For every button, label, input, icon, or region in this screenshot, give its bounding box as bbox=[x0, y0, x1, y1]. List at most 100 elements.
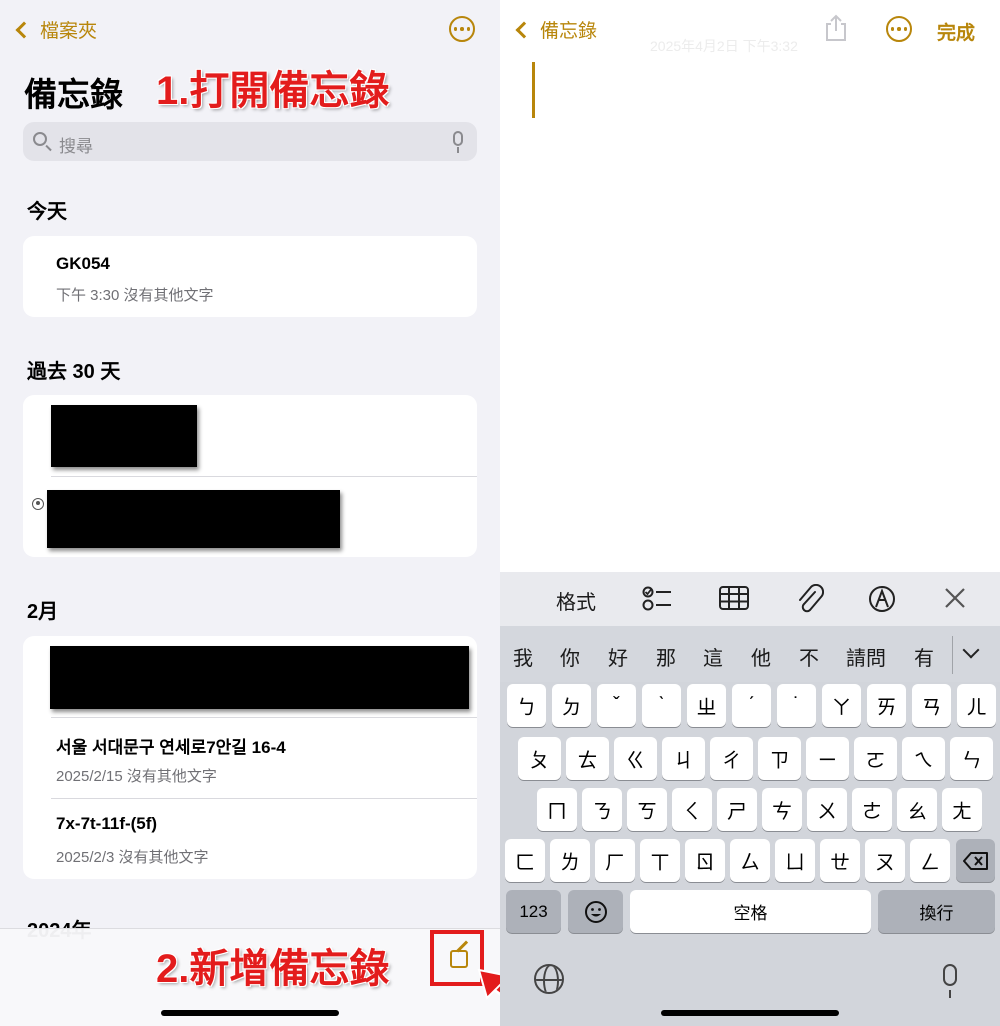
key[interactable]: ㄙ bbox=[730, 839, 770, 882]
key[interactable]: ㄌ bbox=[550, 839, 590, 882]
return-key[interactable]: 換行 bbox=[878, 890, 995, 933]
note-item[interactable]: 서울 서대문구 연세로7안길 16-4 2025/2/15 沒有其他文字 bbox=[23, 718, 477, 798]
key[interactable]: ㄡ bbox=[865, 839, 905, 882]
candidate-word[interactable]: 我 bbox=[513, 642, 533, 671]
done-button[interactable]: 完成 bbox=[937, 18, 975, 45]
key[interactable]: ㄟ bbox=[902, 737, 945, 780]
key[interactable]: ㄎ bbox=[627, 788, 667, 831]
card-february: 서울 서대문구 연세로7안길 16-4 2025/2/15 沒有其他文字 7x-… bbox=[23, 636, 477, 879]
home-indicator[interactable] bbox=[161, 1010, 339, 1016]
row-divider bbox=[51, 476, 477, 477]
checklist-icon[interactable] bbox=[642, 585, 672, 613]
card-past-30-days bbox=[23, 395, 477, 557]
search-icon bbox=[33, 132, 47, 146]
key[interactable]: ㄆ bbox=[518, 737, 561, 780]
candidate-word[interactable]: 這 bbox=[703, 642, 723, 671]
chevron-left-icon bbox=[15, 21, 33, 38]
note-item[interactable]: GK054 下午 3:30 沒有其他文字 bbox=[23, 236, 477, 317]
page-title: 備忘錄 bbox=[24, 76, 123, 113]
key[interactable]: ㄈ bbox=[505, 839, 545, 882]
candidate-word[interactable]: 那 bbox=[656, 642, 676, 671]
redacted-note[interactable] bbox=[47, 490, 340, 548]
redacted-note[interactable] bbox=[50, 646, 469, 709]
key[interactable]: ㄍ bbox=[614, 737, 657, 780]
compose-icon[interactable] bbox=[450, 950, 468, 968]
search-bar[interactable]: 搜尋 bbox=[23, 122, 477, 161]
table-icon[interactable] bbox=[719, 586, 749, 610]
annotation-open-notes: 1.打開備忘錄 bbox=[156, 69, 390, 113]
key[interactable]: ㄅ bbox=[507, 684, 546, 727]
note-subtitle: 2025/2/3 沒有其他文字 bbox=[56, 849, 209, 866]
section-past-30-days: 過去 30 天 bbox=[27, 361, 121, 383]
more-options-icon[interactable] bbox=[886, 16, 912, 42]
candidate-word[interactable]: 請問 bbox=[846, 642, 886, 671]
home-indicator[interactable] bbox=[661, 1010, 839, 1016]
chevron-left-icon bbox=[515, 21, 533, 38]
key[interactable]: ㄖ bbox=[685, 839, 725, 882]
key[interactable]: ㄨ bbox=[807, 788, 847, 831]
dictation-mic-icon[interactable] bbox=[453, 131, 463, 153]
paperclip-icon[interactable] bbox=[796, 584, 824, 614]
format-button[interactable]: 格式 bbox=[556, 586, 596, 615]
key[interactable]: ㄉ bbox=[552, 684, 591, 727]
key[interactable]: ㄔ bbox=[710, 737, 753, 780]
redacted-note[interactable] bbox=[51, 405, 197, 467]
globe-icon[interactable] bbox=[534, 964, 564, 994]
key[interactable]: ㄩ bbox=[775, 839, 815, 882]
delete-key[interactable] bbox=[956, 839, 995, 882]
key[interactable]: ㄛ bbox=[854, 737, 897, 780]
note-title: 서울 서대문구 연세로7안길 16-4 bbox=[56, 738, 286, 757]
candidate-word[interactable]: 他 bbox=[751, 642, 771, 671]
back-to-folders-button[interactable]: 檔案夾 bbox=[14, 16, 97, 43]
key[interactable]: ㄧ bbox=[806, 737, 849, 780]
key[interactable]: ˙ bbox=[777, 684, 816, 727]
candidate-word[interactable]: 不 bbox=[799, 642, 819, 671]
space-key[interactable]: 空格 bbox=[630, 890, 871, 933]
key[interactable]: ㄋ bbox=[582, 788, 622, 831]
shared-person-icon bbox=[32, 498, 44, 510]
key[interactable]: ㄒ bbox=[640, 839, 680, 882]
key[interactable]: ㄑ bbox=[672, 788, 712, 831]
candidate-word[interactable]: 你 bbox=[560, 642, 580, 671]
key[interactable]: ㄜ bbox=[852, 788, 892, 831]
key[interactable]: ㄗ bbox=[758, 737, 801, 780]
emoji-icon bbox=[584, 900, 607, 923]
note-title: GK054 bbox=[56, 254, 110, 273]
key[interactable]: ㄝ bbox=[820, 839, 860, 882]
microphone-icon[interactable] bbox=[943, 964, 957, 998]
key[interactable]: ㄢ bbox=[912, 684, 951, 727]
numbers-key[interactable]: 123 bbox=[506, 890, 561, 933]
key[interactable]: ㄠ bbox=[897, 788, 937, 831]
key[interactable]: ㄚ bbox=[822, 684, 861, 727]
key[interactable]: ㄊ bbox=[566, 737, 609, 780]
candidate-word[interactable]: 有 bbox=[914, 642, 934, 671]
key[interactable]: ˋ bbox=[642, 684, 681, 727]
candidate-word[interactable]: 好 bbox=[608, 642, 628, 671]
key[interactable]: ㄤ bbox=[942, 788, 982, 831]
chevron-down-icon[interactable] bbox=[962, 641, 980, 659]
key[interactable]: ˊ bbox=[732, 684, 771, 727]
emoji-key[interactable] bbox=[568, 890, 623, 933]
note-item[interactable]: 7x-7t-11f-(5f) 2025/2/3 沒有其他文字 bbox=[23, 799, 477, 879]
key[interactable]: ˇ bbox=[597, 684, 636, 727]
back-to-notes-button[interactable]: 備忘錄 bbox=[514, 16, 597, 43]
share-icon[interactable] bbox=[824, 14, 848, 42]
key[interactable]: ㄞ bbox=[867, 684, 906, 727]
markup-icon[interactable] bbox=[868, 585, 896, 613]
format-toolbar: 格式 bbox=[500, 572, 1000, 626]
key[interactable]: ㄦ bbox=[957, 684, 996, 727]
note-subtitle: 2025/2/15 沒有其他文字 bbox=[56, 768, 217, 785]
key[interactable]: ㄘ bbox=[762, 788, 802, 831]
key[interactable]: ㄇ bbox=[537, 788, 577, 831]
more-options-icon[interactable] bbox=[449, 16, 475, 42]
section-february: 2月 bbox=[27, 601, 59, 623]
key[interactable]: ㄓ bbox=[687, 684, 726, 727]
key[interactable]: ㄣ bbox=[950, 737, 993, 780]
key[interactable]: ㄕ bbox=[717, 788, 757, 831]
key[interactable]: ㄥ bbox=[910, 839, 950, 882]
key[interactable]: ㄐ bbox=[662, 737, 705, 780]
text-cursor[interactable] bbox=[532, 62, 535, 118]
close-icon[interactable] bbox=[944, 587, 966, 609]
candidate-separator bbox=[952, 636, 953, 674]
key[interactable]: ㄏ bbox=[595, 839, 635, 882]
